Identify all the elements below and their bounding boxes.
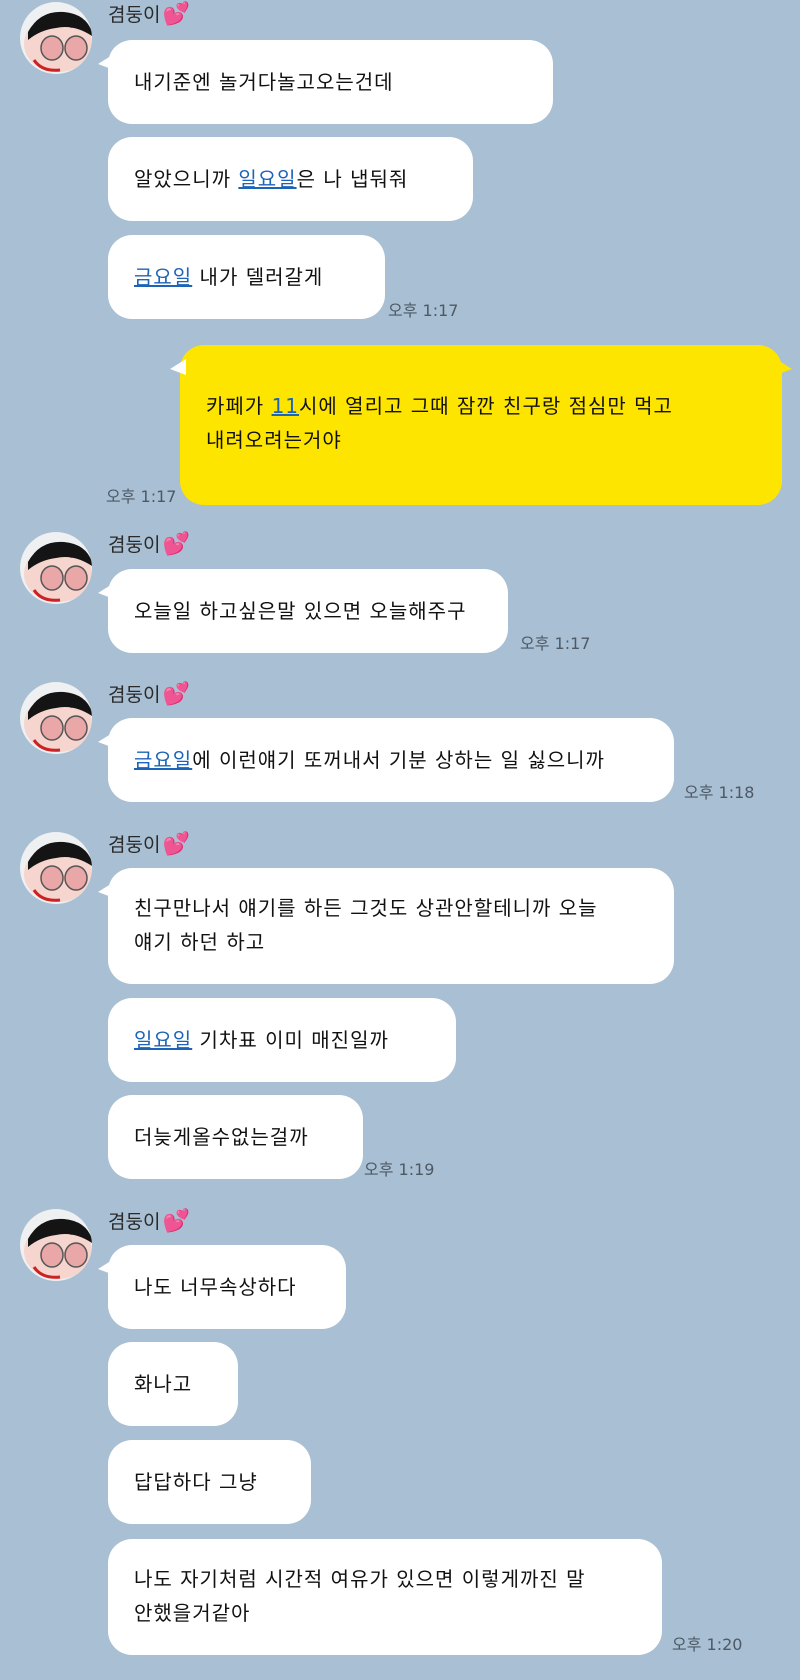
message-timestamp: 오후 1:18	[684, 783, 755, 802]
message-line: 화나고	[134, 1367, 192, 1401]
avatar[interactable]	[20, 1209, 92, 1281]
message-text: 내가 델러갈게	[192, 265, 324, 289]
message-line: 알았으니까 일요일은 나 냅둬줘	[134, 162, 408, 196]
their-message-bubble[interactable]: 알았으니까 일요일은 나 냅둬줘	[108, 137, 473, 221]
message-text: 나도 너무속상하다	[134, 1275, 297, 1299]
avatar-face-icon	[24, 11, 92, 72]
sender-name: 겸둥이💕	[108, 1207, 190, 1237]
message-text: 더늦게올수없는걸까	[134, 1125, 309, 1149]
avatar-face-icon	[24, 691, 92, 752]
avatar-face-icon	[24, 841, 92, 902]
avatar[interactable]	[20, 682, 92, 754]
their-message-bubble[interactable]: 일요일 기차표 이미 매진일까	[108, 998, 456, 1082]
date-link[interactable]: 일요일	[134, 1028, 192, 1052]
avatar[interactable]	[20, 2, 92, 74]
message-line: 얘기 하던 하고	[134, 925, 648, 959]
message-line: 안했을거같아	[134, 1596, 636, 1630]
message-line: 나도 자기처럼 시간적 여유가 있으면 이렇게까진 말	[134, 1562, 636, 1596]
message-text: 카페가	[206, 394, 272, 418]
message-line: 일요일 기차표 이미 매진일까	[134, 1023, 389, 1057]
message-timestamp: 오후 1:17	[106, 487, 177, 506]
their-message-bubble[interactable]: 화나고	[108, 1342, 238, 1426]
date-link[interactable]: 11	[272, 394, 299, 418]
message-text: 내려오려는거야	[206, 428, 342, 452]
date-link[interactable]: 일요일	[238, 167, 296, 191]
sender-name: 겸둥이💕	[108, 680, 190, 710]
my-message-bubble[interactable]: 카페가 11시에 열리고 그때 잠깐 친구랑 점심만 먹고내려오려는거야	[170, 345, 792, 505]
message-line: 내기준엔 놀거다놀고오는건데	[134, 65, 394, 99]
message-line: 나도 너무속상하다	[134, 1270, 297, 1304]
their-message-bubble[interactable]: 오늘일 하고싶은말 있으면 오늘해주구	[98, 569, 508, 653]
message-text: 알았으니까	[134, 167, 239, 191]
heart-icon: 💕	[162, 1209, 190, 1234]
sender-name-text: 겸둥이	[108, 834, 161, 856]
message-line: 금요일 내가 델러갈게	[134, 260, 323, 294]
heart-icon: 💕	[162, 682, 190, 707]
message-timestamp: 오후 1:17	[388, 301, 459, 320]
sender-name-text: 겸둥이	[108, 1211, 161, 1233]
date-link[interactable]: 금요일	[134, 748, 192, 772]
message-line: 금요일에 이런얘기 또꺼내서 기분 상하는 일 싫으니까	[134, 743, 605, 777]
message-text: 화나고	[134, 1372, 193, 1396]
message-text: 친구만나서 얘기를 하든 그것도 상관안할테니까 오늘	[134, 896, 598, 920]
message-line: 친구만나서 얘기를 하든 그것도 상관안할테니까 오늘	[134, 891, 648, 925]
sender-name: 겸둥이💕	[108, 530, 190, 560]
sender-name-text: 겸둥이	[108, 4, 161, 26]
avatar[interactable]	[20, 532, 92, 604]
avatar-face-icon	[24, 541, 92, 602]
their-message-bubble[interactable]: 나도 자기처럼 시간적 여유가 있으면 이렇게까진 말안했을거같아	[108, 1539, 662, 1655]
sender-name: 겸둥이💕	[108, 830, 190, 860]
message-timestamp: 오후 1:19	[364, 1160, 435, 1179]
message-text: 나도 자기처럼 시간적 여유가 있으면 이렇게까진 말	[134, 1567, 586, 1591]
sender-name: 겸둥이💕	[108, 0, 190, 30]
message-line: 답답하다 그냥	[134, 1465, 258, 1499]
message-line: 카페가 11시에 열리고 그때 잠깐 친구랑 점심만 먹고	[206, 389, 756, 423]
avatar-face-icon	[24, 1218, 92, 1279]
sender-name-text: 겸둥이	[108, 684, 161, 706]
their-message-bubble[interactable]: 나도 너무속상하다	[98, 1245, 346, 1329]
heart-icon: 💕	[162, 2, 190, 27]
message-line: 내려오려는거야	[206, 423, 756, 457]
heart-icon: 💕	[162, 832, 190, 857]
message-text: 기차표 이미 매진일까	[192, 1028, 389, 1052]
their-message-bubble[interactable]: 금요일 내가 델러갈게	[108, 235, 385, 319]
heart-icon: 💕	[162, 532, 190, 557]
their-message-bubble[interactable]: 내기준엔 놀거다놀고오는건데	[98, 40, 553, 124]
message-text: 은 나 냅둬줘	[296, 167, 409, 191]
date-link[interactable]: 금요일	[134, 265, 192, 289]
message-text: 얘기 하던 하고	[134, 930, 266, 954]
message-text: 안했을거같아	[134, 1601, 251, 1625]
message-line: 더늦게올수없는걸까	[134, 1120, 309, 1154]
message-text: 오늘일 하고싶은말 있으면 오늘해주구	[134, 599, 467, 623]
message-text: 답답하다 그냥	[134, 1470, 258, 1494]
their-message-bubble[interactable]: 더늦게올수없는걸까	[108, 1095, 363, 1179]
avatar[interactable]	[20, 832, 92, 904]
message-timestamp: 오후 1:20	[672, 1635, 743, 1654]
message-text: 시에 열리고 그때 잠깐 친구랑 점심만 먹고	[299, 394, 673, 418]
their-message-bubble[interactable]: 금요일에 이런얘기 또꺼내서 기분 상하는 일 싫으니까	[98, 718, 674, 802]
their-message-bubble[interactable]: 답답하다 그냥	[108, 1440, 311, 1524]
sender-name-text: 겸둥이	[108, 534, 161, 556]
message-text: 내기준엔 놀거다놀고오는건데	[134, 70, 394, 94]
message-line: 오늘일 하고싶은말 있으면 오늘해주구	[134, 594, 466, 628]
message-text: 에 이런얘기 또꺼내서 기분 상하는 일 싫으니까	[192, 748, 605, 772]
their-message-bubble[interactable]: 친구만나서 얘기를 하든 그것도 상관안할테니까 오늘얘기 하던 하고	[98, 868, 674, 984]
message-timestamp: 오후 1:17	[520, 634, 591, 653]
